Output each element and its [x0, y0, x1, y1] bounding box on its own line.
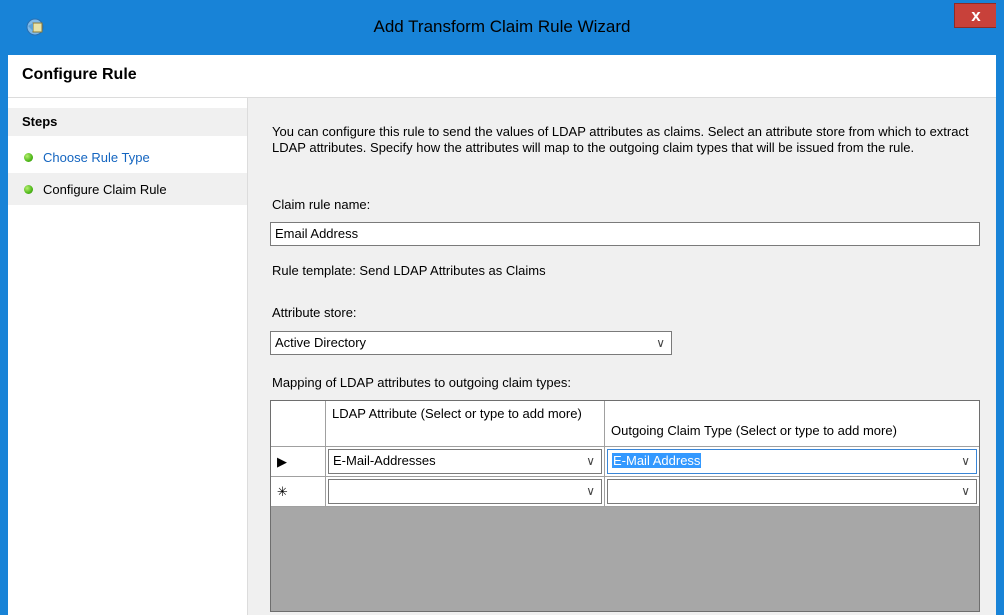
title-bar: Add Transform Claim Rule Wizard x	[0, 0, 1004, 55]
claim-type-select[interactable]: E-Mail Address ∨	[607, 449, 977, 474]
claim-type-value: E-Mail Address	[612, 453, 702, 468]
claim-rule-name-label: Claim rule name:	[272, 197, 371, 212]
window-title: Add Transform Claim Rule Wizard	[373, 17, 631, 36]
mapping-label: Mapping of LDAP attributes to outgoing c…	[272, 375, 571, 390]
ldap-attribute-value: E-Mail-Addresses	[333, 453, 436, 468]
ldap-attribute-select[interactable]: E-Mail-Addresses ∨	[328, 449, 602, 474]
grid-header-row: LDAP Attribute (Select or type to add mo…	[271, 401, 979, 447]
window-frame-left	[0, 0, 8, 615]
steps-pane: Steps Choose Rule Type Configure Claim R…	[8, 98, 247, 615]
column-header-outgoing-claim-type[interactable]: Outgoing Claim Type (Select or type to a…	[605, 401, 979, 446]
step-label[interactable]: Choose Rule Type	[43, 150, 150, 165]
page-header: Configure Rule	[8, 55, 996, 98]
ldap-attribute-cell[interactable]: ∨	[326, 477, 605, 506]
step-configure-claim-rule: Configure Claim Rule	[8, 173, 247, 205]
main-pane: You can configure this rule to send the …	[248, 98, 996, 615]
window-frame-right	[996, 0, 1004, 615]
claim-type-select[interactable]: ∨	[607, 479, 977, 504]
row-header-corner	[271, 401, 326, 446]
attribute-store-value: Active Directory	[275, 335, 367, 350]
chevron-down-icon[interactable]: ∨	[586, 454, 595, 468]
steps-title: Steps	[8, 108, 247, 136]
description-text: You can configure this rule to send the …	[272, 124, 969, 155]
column-header-label: Outgoing Claim Type (Select or type to a…	[611, 423, 897, 438]
step-label: Configure Claim Rule	[43, 181, 167, 197]
attribute-store-label: Attribute store:	[272, 305, 357, 320]
claim-type-cell[interactable]: ∨	[605, 477, 979, 506]
attribute-store-select[interactable]: Active Directory ∨	[270, 331, 672, 355]
claim-type-cell[interactable]: E-Mail Address ∨	[605, 447, 979, 476]
status-ok-icon	[24, 184, 33, 194]
chevron-down-icon[interactable]: ∨	[961, 484, 970, 498]
row-selector-arrow-icon[interactable]: ▶	[271, 447, 326, 476]
rule-template-text: Rule template: Send LDAP Attributes as C…	[272, 263, 546, 278]
chevron-down-icon[interactable]: ∨	[961, 454, 970, 468]
table-row[interactable]: ▶ E-Mail-Addresses ∨ E-Mail Address ∨	[271, 447, 979, 477]
chevron-down-icon[interactable]: ∨	[586, 484, 595, 498]
table-row-new[interactable]: ✳ ∨ ∨	[271, 477, 979, 507]
page-title: Configure Rule	[22, 66, 137, 83]
status-ok-icon	[24, 152, 33, 162]
step-choose-rule-type[interactable]: Choose Rule Type	[8, 141, 247, 173]
chevron-down-icon[interactable]: ∨	[656, 336, 665, 350]
close-button[interactable]: x	[954, 3, 998, 28]
attribute-mapping-grid[interactable]: LDAP Attribute (Select or type to add mo…	[270, 400, 980, 612]
column-header-ldap-attribute[interactable]: LDAP Attribute (Select or type to add mo…	[326, 401, 605, 446]
claim-rule-name-input[interactable]: Email Address	[270, 222, 980, 246]
new-row-asterisk-icon[interactable]: ✳	[271, 477, 326, 506]
ldap-attribute-select[interactable]: ∨	[328, 479, 602, 504]
ldap-attribute-cell[interactable]: E-Mail-Addresses ∨	[326, 447, 605, 476]
